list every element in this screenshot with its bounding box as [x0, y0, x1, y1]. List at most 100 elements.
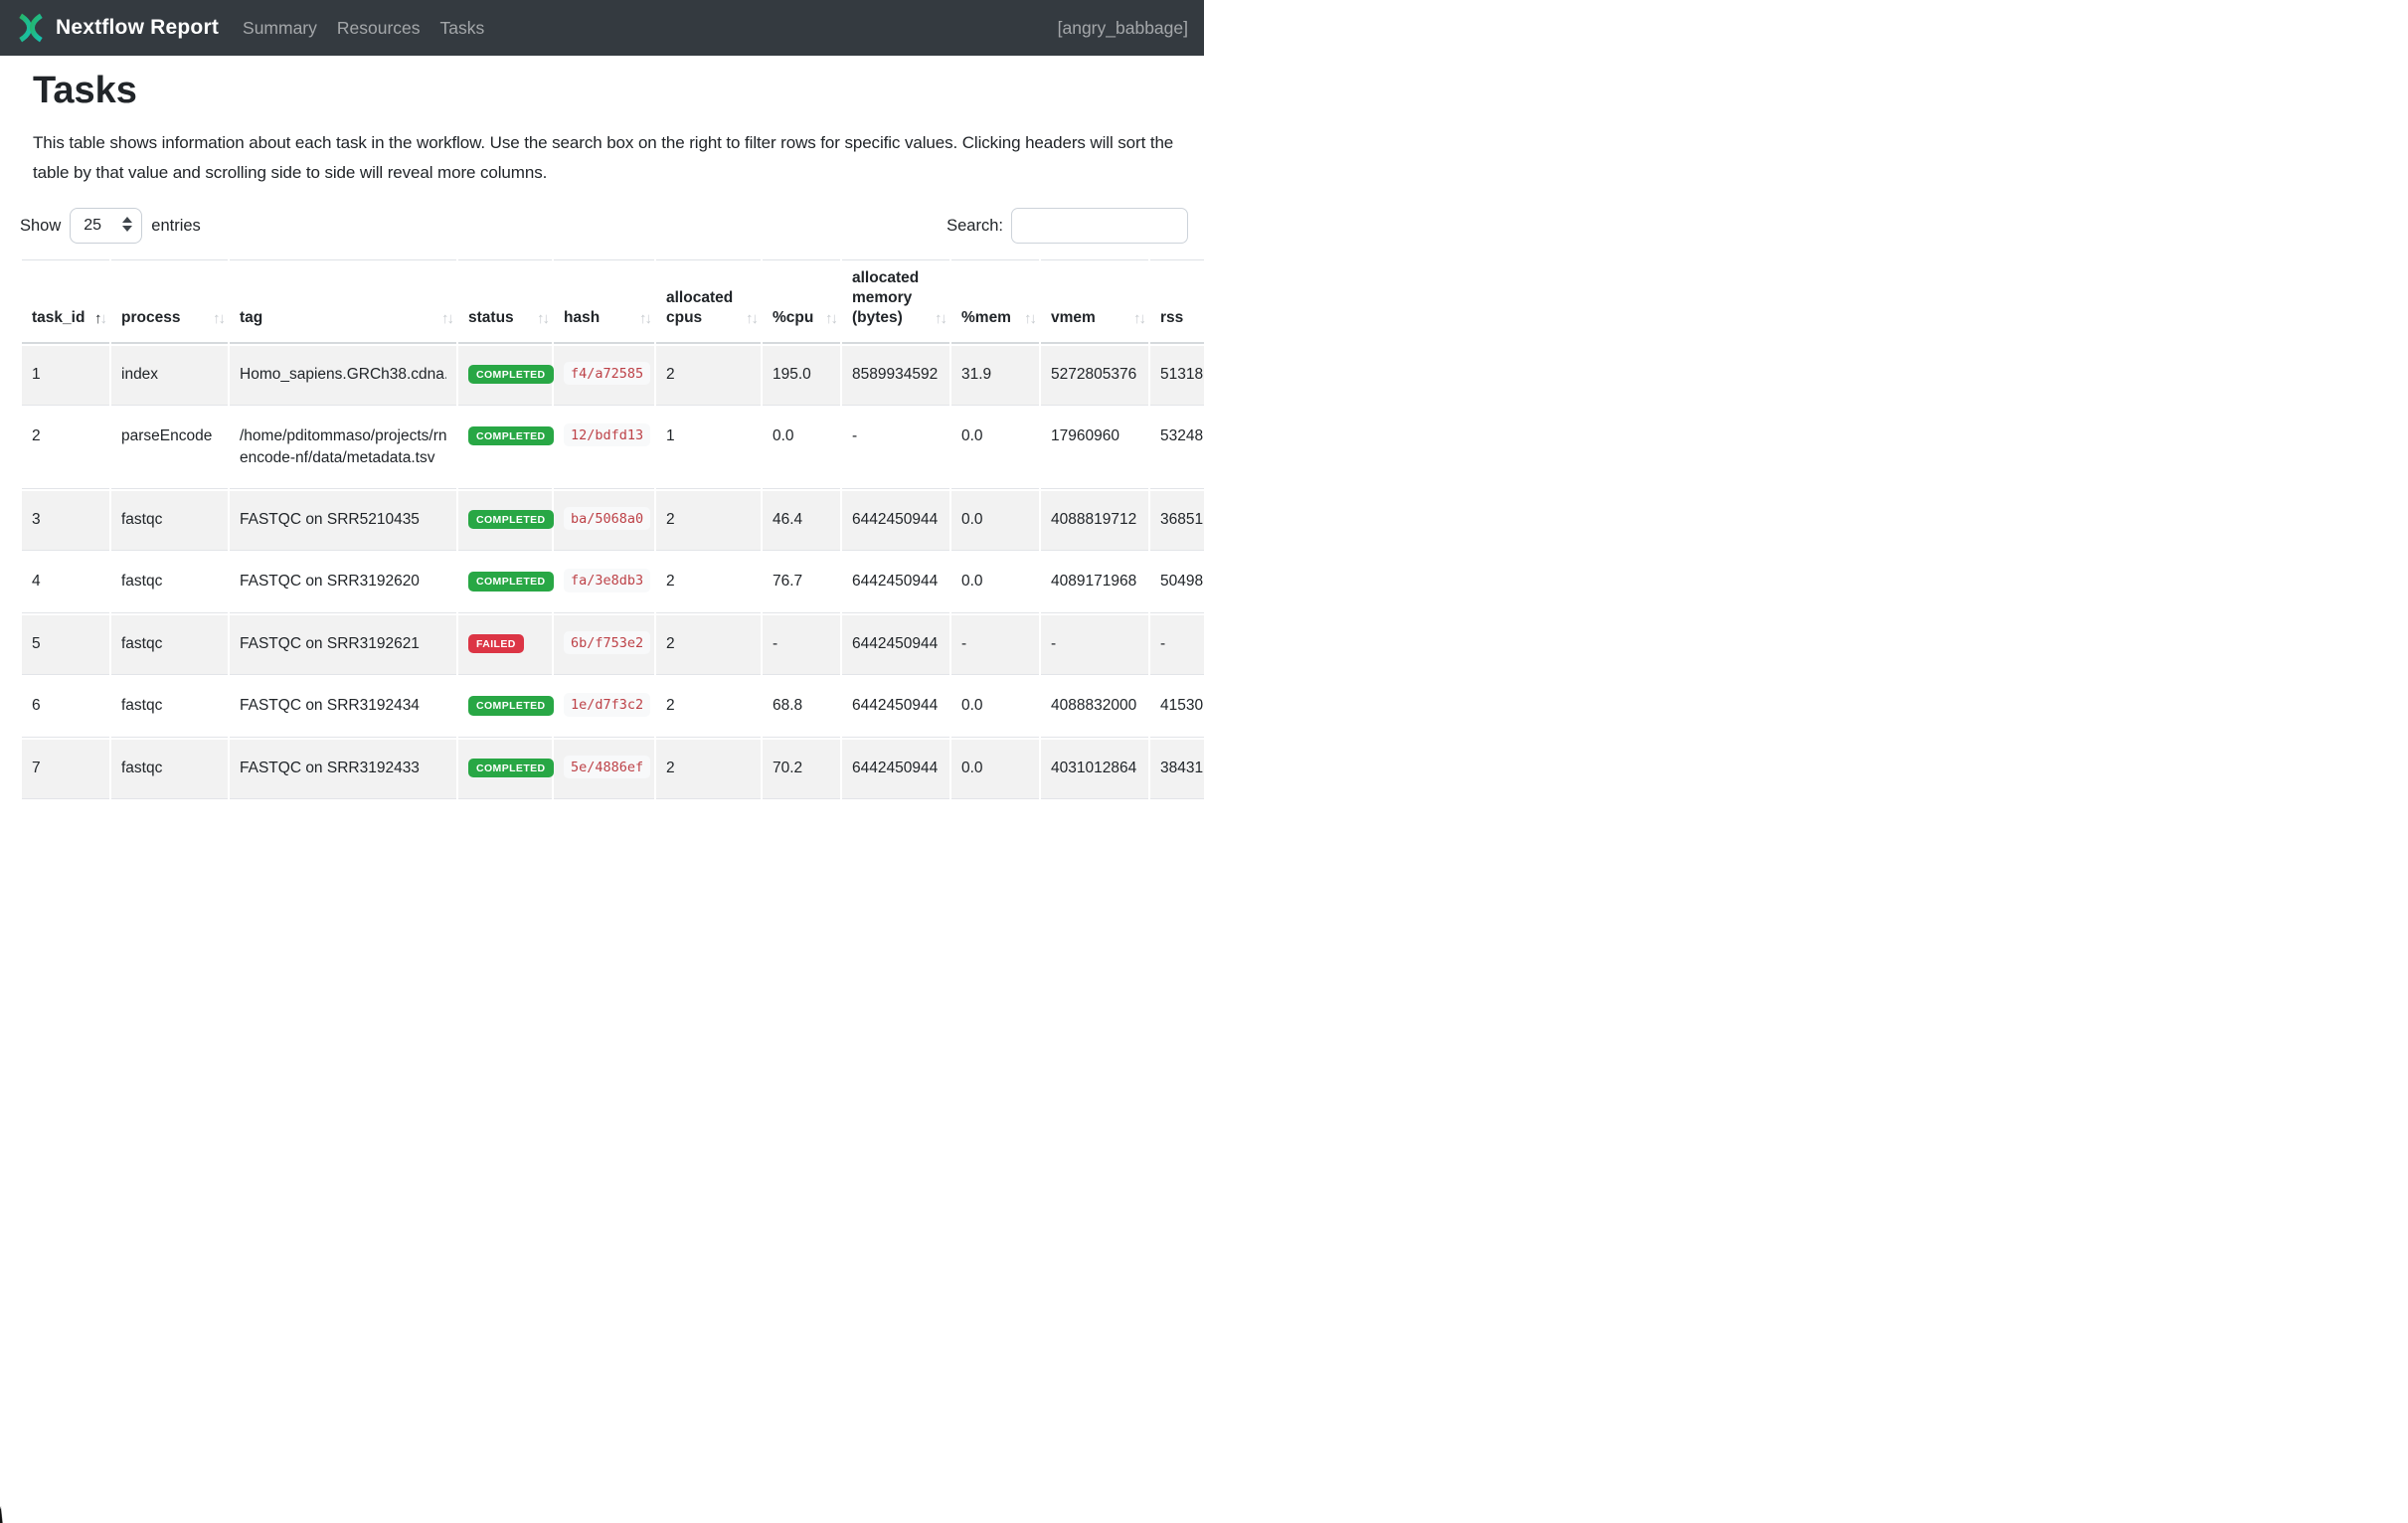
search-label: Search: [946, 217, 1003, 236]
column-header-allocated_memory[interactable]: allocated memory (bytes)↑↓ [842, 259, 949, 343]
pmem-value: 31.9 [961, 366, 991, 383]
nav-link-resources[interactable]: Resources [327, 10, 430, 47]
status-badge: FAILED [468, 634, 524, 654]
cell-pmem: - [951, 615, 1039, 675]
task_id-value: 1 [32, 366, 41, 383]
status-badge: COMPLETED [468, 759, 554, 778]
column-header-allocated_cpus[interactable]: allocated cpus↑↓ [656, 259, 761, 343]
cell-rss: - [1150, 615, 1204, 675]
run-name: [angry_babbage] [1058, 18, 1188, 39]
cell-vmem: 4088819712 [1041, 491, 1148, 551]
cell-tag: FASTQC on SRR3192620 [230, 553, 456, 612]
cell-status: COMPLETED [458, 553, 552, 612]
search-input[interactable] [1011, 208, 1188, 244]
show-label: Show [20, 217, 61, 236]
status-badge: COMPLETED [468, 510, 554, 530]
tasks-table-wrapper[interactable]: task_id↑↓process↑↓tag↑↓status↑↓hash↑↓all… [20, 257, 1204, 801]
column-label: status [468, 309, 514, 326]
allocated_memory-value: 6442450944 [852, 511, 938, 528]
cell-allocated_memory: 6442450944 [842, 491, 949, 551]
pcpu-value: 0.0 [773, 427, 794, 444]
cell-status: COMPLETED [458, 346, 552, 406]
page-title: Tasks [33, 69, 1204, 114]
cell-status: COMPLETED [458, 740, 552, 799]
sort-icons: ↑↓ [1024, 309, 1035, 329]
cell-status: COMPLETED [458, 408, 552, 489]
cell-hash: fa/3e8db3 [554, 553, 654, 612]
process-value: fastqc [121, 511, 162, 528]
cell-pmem: 0.0 [951, 491, 1039, 551]
brand-link[interactable]: Nextflow Report [16, 13, 219, 43]
cell-pcpu: 68.8 [763, 677, 840, 737]
nav-link-tasks[interactable]: Tasks [430, 10, 495, 47]
sort-icons: ↑↓ [94, 309, 105, 329]
cell-vmem: 4089171968 [1041, 553, 1148, 612]
sort-icons: ↑↓ [639, 309, 650, 329]
sort-icons: ↑↓ [825, 309, 836, 329]
task-row: 1indexHomo_sapiens.GRCh38.cdna.all.fa.gz… [22, 346, 1204, 406]
column-header-vmem[interactable]: vmem ↑↓ [1041, 259, 1148, 343]
pmem-value: 0.0 [961, 511, 983, 528]
process-value: fastqc [121, 635, 162, 652]
cell-task_id: 3 [22, 491, 109, 551]
process-value: index [121, 366, 158, 383]
column-header-status[interactable]: status↑↓ [458, 259, 552, 343]
pmem-value: 0.0 [961, 760, 983, 776]
cell-allocated_memory: 8589934592 [842, 346, 949, 406]
column-label: hash [564, 309, 600, 326]
column-label: %mem [961, 309, 1011, 326]
nav-link-summary[interactable]: Summary [233, 10, 327, 47]
column-header-tag[interactable]: tag↑↓ [230, 259, 456, 343]
cell-pcpu: 76.7 [763, 553, 840, 612]
column-header-hash[interactable]: hash ↑↓ [554, 259, 654, 343]
cell-pcpu: 195.0 [763, 346, 840, 406]
column-header-pcpu[interactable]: %cpu↑↓ [763, 259, 840, 343]
status-badge: COMPLETED [468, 572, 554, 592]
tasks-table-body: 1indexHomo_sapiens.GRCh38.cdna.all.fa.gz… [22, 346, 1204, 800]
sort-icons: ↑↓ [935, 309, 946, 329]
cell-task_id: 7 [22, 740, 109, 799]
cell-allocated_cpus: 2 [656, 491, 761, 551]
column-header-task_id[interactable]: task_id ↑↓ [22, 259, 109, 343]
vmem-value: 4031012864 [1051, 760, 1136, 776]
tag-text: FASTQC on SRR3192434 [240, 695, 446, 717]
allocated_cpus-value: 2 [666, 697, 675, 714]
tag-text: FASTQC on SRR3192620 [240, 571, 446, 592]
cell-process: fastqc [111, 677, 228, 737]
cell-vmem: 17960960 [1041, 408, 1148, 489]
column-header-pmem[interactable]: %mem ↑↓ [951, 259, 1039, 343]
cell-pcpu: 46.4 [763, 491, 840, 551]
sort-icons: ↑↓ [746, 309, 757, 329]
cell-vmem: 4031012864 [1041, 740, 1148, 799]
cell-allocated_cpus: 2 [656, 677, 761, 737]
column-header-process[interactable]: process ↑↓ [111, 259, 228, 343]
tasks-table-head: task_id↑↓process↑↓tag↑↓status↑↓hash↑↓all… [22, 259, 1204, 343]
rss-value: 38431 [1160, 760, 1203, 776]
column-label: task_id [32, 309, 85, 326]
brand-title: Nextflow Report [56, 16, 219, 40]
task_id-value: 3 [32, 511, 41, 528]
hash-code: 5e/4886ef [564, 756, 650, 778]
sort-icons: ↑↓ [1133, 309, 1144, 329]
page-length-select[interactable]: 25 [70, 208, 142, 244]
cell-pmem: 0.0 [951, 740, 1039, 799]
cell-allocated_cpus: 2 [656, 553, 761, 612]
cell-process: fastqc [111, 615, 228, 675]
cell-pmem: 0.0 [951, 677, 1039, 737]
column-label: vmem [1051, 309, 1096, 326]
allocated_cpus-value: 2 [666, 635, 675, 652]
column-header-rss[interactable]: rss↑↓ [1150, 259, 1204, 343]
cell-process: fastqc [111, 553, 228, 612]
cell-hash: 5e/4886ef [554, 740, 654, 799]
cell-pcpu: - [763, 615, 840, 675]
pcpu-value: 76.7 [773, 573, 802, 590]
cell-rss: 51318 [1150, 346, 1204, 406]
cell-process: fastqc [111, 491, 228, 551]
sort-icons: ↑↓ [213, 309, 224, 329]
cell-allocated_cpus: 1 [656, 408, 761, 489]
allocated_cpus-value: 2 [666, 511, 675, 528]
column-label: process [121, 309, 180, 326]
main-content: Tasks This table shows information about… [0, 69, 1204, 801]
cell-allocated_memory: 6442450944 [842, 677, 949, 737]
rss-value: - [1160, 635, 1165, 652]
